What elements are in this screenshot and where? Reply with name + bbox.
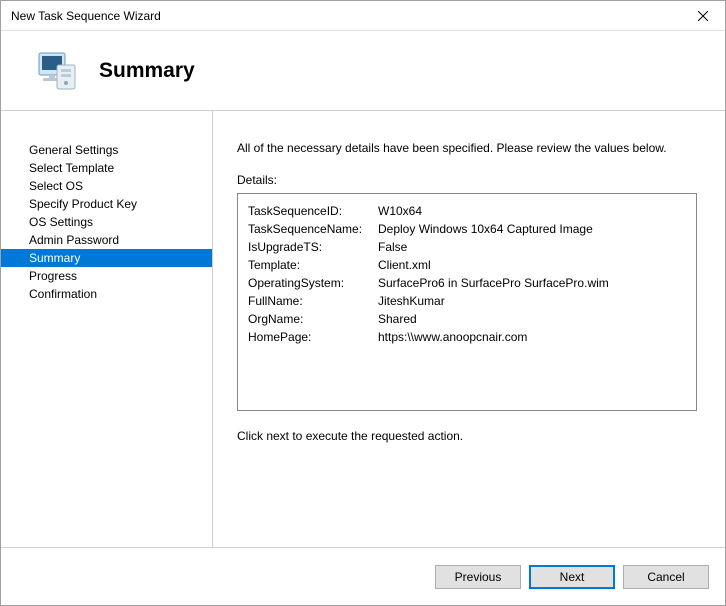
detail-key: OrgName:	[248, 310, 378, 328]
footer-instruction: Click next to execute the requested acti…	[237, 429, 697, 443]
detail-value: W10x64	[378, 202, 686, 220]
sidebar-item-confirmation[interactable]: Confirmation	[1, 285, 212, 303]
detail-value: Deploy Windows 10x64 Captured Image	[378, 220, 686, 238]
instruction-text: All of the necessary details have been s…	[237, 141, 697, 155]
details-label: Details:	[237, 173, 697, 187]
sidebar: General SettingsSelect TemplateSelect OS…	[1, 111, 213, 547]
detail-row: OrgName:Shared	[248, 310, 686, 328]
header: Summary	[1, 31, 725, 111]
detail-row: TaskSequenceName:Deploy Windows 10x64 Ca…	[248, 220, 686, 238]
detail-key: TaskSequenceName:	[248, 220, 378, 238]
detail-key: Template:	[248, 256, 378, 274]
button-bar: Previous Next Cancel	[1, 547, 725, 605]
sidebar-item-select-template[interactable]: Select Template	[1, 159, 212, 177]
next-button[interactable]: Next	[529, 565, 615, 589]
detail-value: False	[378, 238, 686, 256]
detail-row: OperatingSystem:SurfacePro6 in SurfacePr…	[248, 274, 686, 292]
detail-row: TaskSequenceID:W10x64	[248, 202, 686, 220]
page-title: Summary	[99, 59, 195, 83]
detail-key: HomePage:	[248, 328, 378, 346]
cancel-button[interactable]: Cancel	[623, 565, 709, 589]
sidebar-item-select-os[interactable]: Select OS	[1, 177, 212, 195]
window-title: New Task Sequence Wizard	[11, 9, 161, 23]
detail-row: HomePage:https:\\www.anoopcnair.com	[248, 328, 686, 346]
detail-value: JiteshKumar	[378, 292, 686, 310]
sidebar-item-os-settings[interactable]: OS Settings	[1, 213, 212, 231]
detail-value: Shared	[378, 310, 686, 328]
computer-icon	[31, 47, 79, 95]
sidebar-item-general-settings[interactable]: General Settings	[1, 141, 212, 159]
sidebar-item-specify-product-key[interactable]: Specify Product Key	[1, 195, 212, 213]
details-box: TaskSequenceID:W10x64TaskSequenceName:De…	[237, 193, 697, 411]
detail-key: IsUpgradeTS:	[248, 238, 378, 256]
detail-row: FullName:JiteshKumar	[248, 292, 686, 310]
close-icon	[698, 11, 708, 21]
wizard-window: New Task Sequence Wizard Summary General	[0, 0, 726, 606]
detail-row: IsUpgradeTS:False	[248, 238, 686, 256]
sidebar-item-summary[interactable]: Summary	[1, 249, 212, 267]
detail-key: FullName:	[248, 292, 378, 310]
detail-key: TaskSequenceID:	[248, 202, 378, 220]
content: All of the necessary details have been s…	[213, 111, 725, 547]
detail-row: Template:Client.xml	[248, 256, 686, 274]
detail-key: OperatingSystem:	[248, 274, 378, 292]
sidebar-item-admin-password[interactable]: Admin Password	[1, 231, 212, 249]
detail-value: https:\\www.anoopcnair.com	[378, 328, 686, 346]
body: General SettingsSelect TemplateSelect OS…	[1, 111, 725, 547]
detail-value: SurfacePro6 in SurfacePro SurfacePro.wim	[378, 274, 686, 292]
titlebar: New Task Sequence Wizard	[1, 1, 725, 31]
previous-button[interactable]: Previous	[435, 565, 521, 589]
sidebar-item-progress[interactable]: Progress	[1, 267, 212, 285]
close-button[interactable]	[680, 1, 725, 30]
detail-value: Client.xml	[378, 256, 686, 274]
